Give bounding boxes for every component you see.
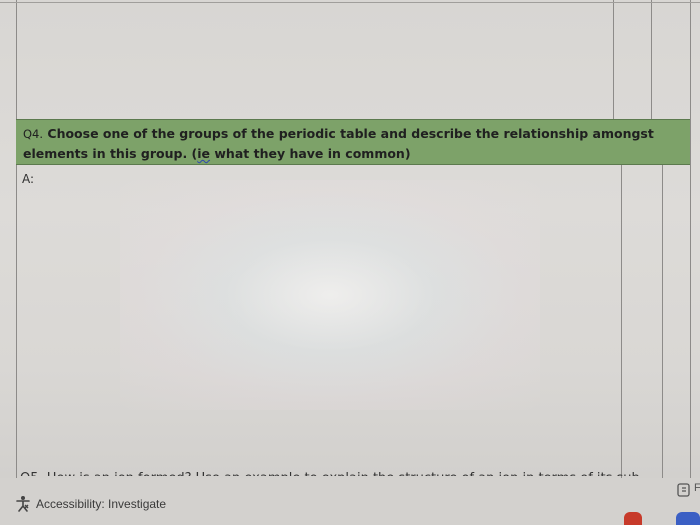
table-border-col-1: [613, 0, 614, 119]
table-border-left: [16, 0, 17, 478]
screen-glare: [120, 180, 540, 410]
table-border-col-2: [651, 0, 652, 119]
spellcheck-word[interactable]: ie: [197, 146, 210, 161]
focus-label: F: [694, 482, 700, 494]
taskbar-app-icon: [676, 512, 700, 525]
question-body-end: what they have in common): [210, 146, 411, 161]
accessibility-label: Accessibility: Investigate: [36, 497, 167, 511]
table-border-col-4: [662, 165, 663, 478]
taskbar-app-icon: [624, 512, 642, 525]
focus-mode-icon[interactable]: [676, 482, 692, 498]
status-bar: Accessibility: Investigate F: [0, 478, 700, 525]
table-border-col-3: [621, 165, 622, 478]
document-screen: Q4. Choose one of the groups of the peri…: [0, 0, 700, 525]
table-border-right: [690, 0, 691, 478]
question-number: Q4.: [23, 127, 44, 141]
question-row: Q4. Choose one of the groups of the peri…: [16, 119, 690, 165]
answer-label[interactable]: A:: [22, 172, 34, 186]
table-border-top: [0, 2, 700, 3]
accessibility-icon: [16, 496, 30, 512]
accessibility-button[interactable]: Accessibility: Investigate: [14, 495, 166, 513]
next-question-partial: Q5. How is an ion formed? Use an example…: [20, 467, 700, 476]
question-text[interactable]: Q4. Choose one of the groups of the peri…: [23, 124, 663, 163]
